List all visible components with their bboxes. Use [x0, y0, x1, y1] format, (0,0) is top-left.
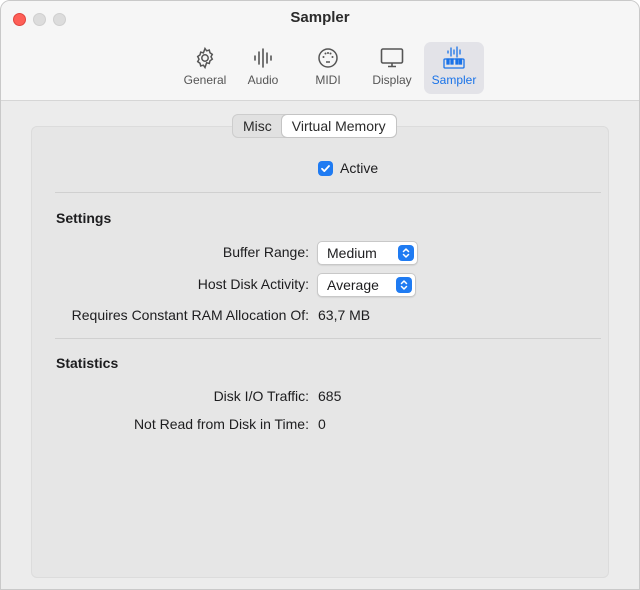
monitor-icon: [365, 45, 419, 71]
midi-port-icon: [303, 45, 353, 71]
active-label: Active: [340, 160, 379, 176]
buffer-range-value: Medium: [327, 245, 377, 261]
toolbar-label-display: Display: [372, 73, 412, 87]
virtual-memory-panel: [31, 126, 609, 578]
titlebar: Sampler General Audio MIDI Display Sampl…: [1, 1, 639, 101]
statistics-heading: Statistics: [56, 355, 119, 371]
settings-heading: Settings: [56, 210, 112, 226]
divider-top: [55, 192, 601, 193]
checkmark-icon: [321, 164, 330, 172]
disk-io-traffic-value: 685: [318, 388, 342, 404]
toolbar-label-midi: MIDI: [315, 73, 341, 87]
waveform-icon: [239, 45, 287, 71]
divider-middle: [55, 338, 601, 339]
buffer-range-label: Buffer Range:: [222, 244, 309, 260]
buffer-range-popup[interactable]: Medium: [317, 241, 418, 265]
toolbar-label-audio: Audio: [247, 73, 279, 87]
window-title: Sampler: [290, 9, 350, 26]
host-disk-activity-label: Host Disk Activity:: [197, 276, 309, 292]
toolbar-item-display[interactable]: Display: [365, 42, 419, 94]
ram-allocation-value: 63,7 MB: [318, 307, 371, 323]
not-read-value: 0: [318, 416, 326, 432]
toolbar-label-sampler: Sampler: [431, 73, 477, 87]
toolbar-item-sampler[interactable]: Sampler: [424, 42, 484, 94]
active-checkbox-row: Active: [318, 160, 378, 176]
gear-icon: [177, 45, 233, 71]
toolbar-item-audio[interactable]: Audio: [239, 42, 287, 94]
tab-misc[interactable]: Misc: [233, 115, 282, 137]
tab-virtual-memory[interactable]: Virtual Memory: [281, 115, 396, 137]
chevron-up-down-icon: [396, 277, 412, 293]
host-disk-activity-value: Average: [327, 277, 379, 293]
not-read-label: Not Read from Disk in Time:: [133, 416, 309, 432]
disk-io-traffic-label: Disk I/O Traffic:: [213, 388, 309, 404]
preferences-window: Sampler General Audio MIDI Display Sampl…: [0, 0, 640, 590]
toolbar-item-general[interactable]: General: [177, 42, 233, 94]
ram-allocation-label: Requires Constant RAM Allocation Of:: [71, 307, 309, 323]
tab-bar: Misc Virtual Memory: [232, 114, 397, 138]
sampler-keyboard-icon: [424, 45, 484, 71]
host-disk-activity-popup[interactable]: Average: [317, 273, 416, 297]
toolbar-label-general: General: [183, 73, 227, 87]
toolbar-item-midi[interactable]: MIDI: [303, 42, 353, 94]
active-checkbox[interactable]: [318, 160, 333, 176]
chevron-up-down-icon: [398, 245, 414, 261]
